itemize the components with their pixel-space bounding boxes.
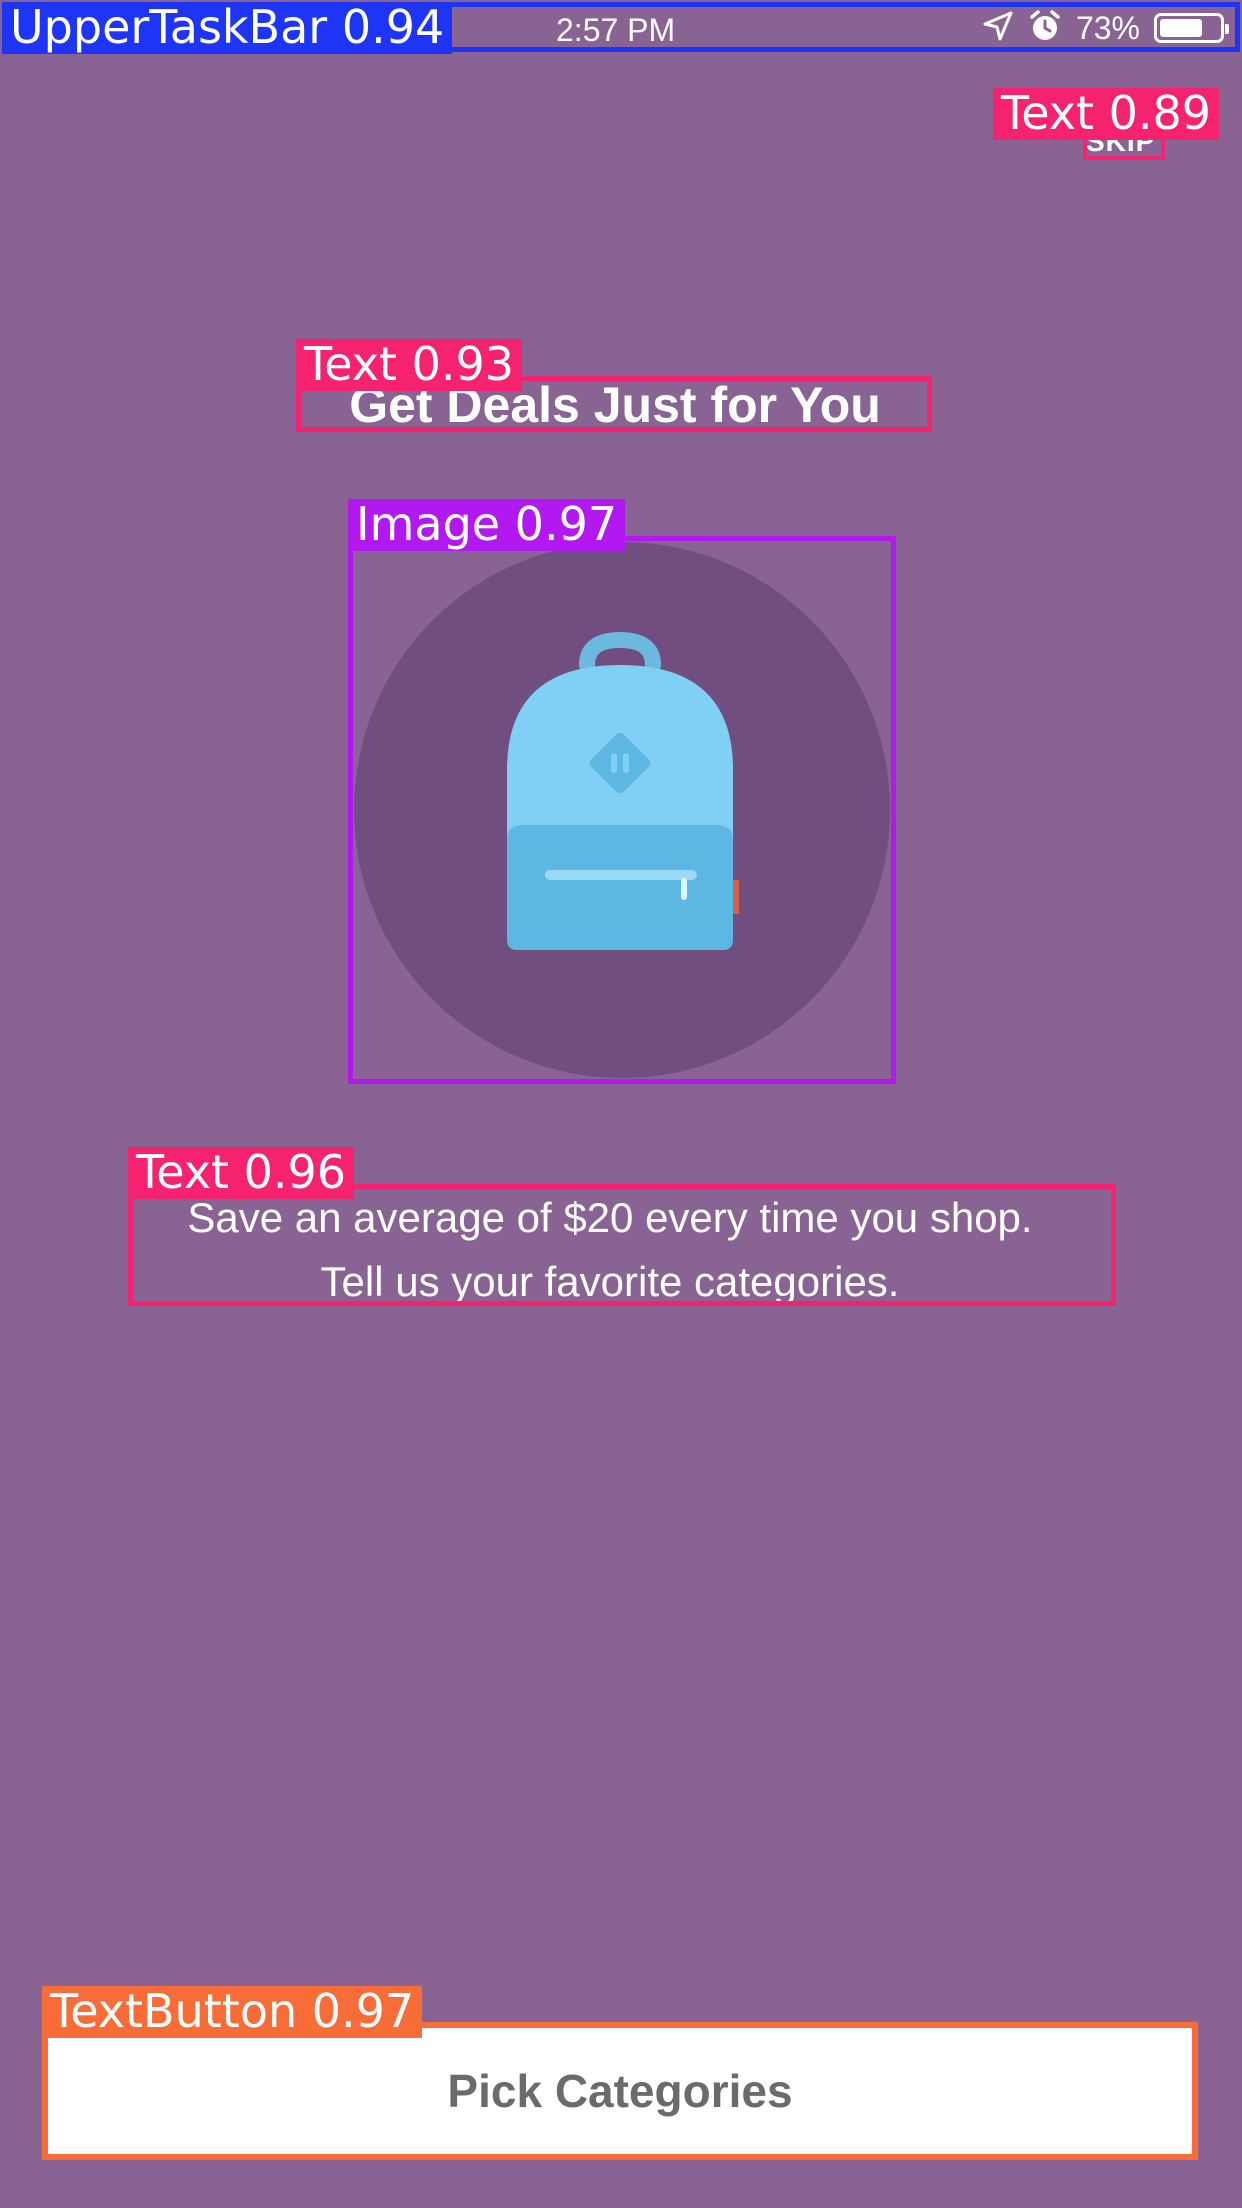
- location-arrow-icon: [982, 10, 1014, 47]
- status-bar: 2:57 PM 73%: [0, 0, 1242, 52]
- skip-button[interactable]: SKIP: [1086, 126, 1155, 158]
- battery-percentage: 73%: [1075, 9, 1140, 46]
- alarm-icon: [1028, 9, 1062, 48]
- pick-categories-button[interactable]: Pick Categories: [46, 2026, 1194, 2156]
- subtitle: Save an average of $20 every time you sh…: [110, 1186, 1110, 1314]
- backpack-illustration: [352, 540, 892, 1080]
- battery-icon: [1154, 13, 1229, 43]
- subtitle-line-1: Save an average of $20 every time you sh…: [187, 1194, 1033, 1241]
- page-title: Get Deals Just for You: [349, 377, 881, 433]
- subtitle-line-2: Tell us your favorite categories.: [320, 1258, 900, 1305]
- status-icons: 73%: [982, 9, 1229, 48]
- backpack-icon: [354, 542, 890, 1078]
- status-time: 2:57 PM: [556, 12, 676, 48]
- battery-fill: [1160, 19, 1202, 37]
